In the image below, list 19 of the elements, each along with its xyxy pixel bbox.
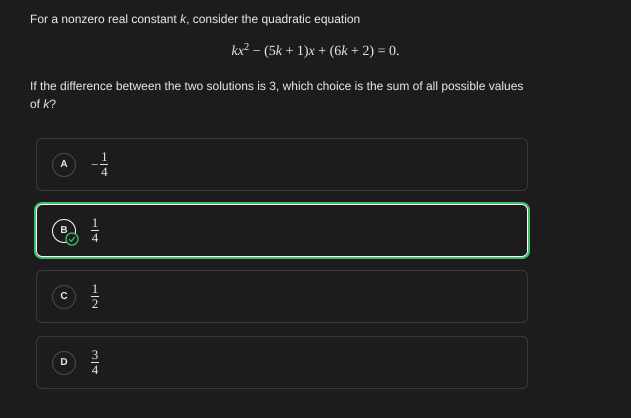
numerator: 3 bbox=[92, 348, 98, 362]
minus-sign: − bbox=[91, 156, 98, 174]
denominator: 2 bbox=[92, 297, 98, 311]
question-text: If the difference between the two solutions is 3, which choice is the sum of all possible values of k? bbox=[30, 78, 524, 113]
answer-choice[interactable]: D 3 4 bbox=[36, 336, 528, 389]
choice-letter: D bbox=[52, 350, 76, 374]
denominator: 4 bbox=[92, 231, 98, 245]
check-icon bbox=[65, 232, 79, 246]
numerator: 1 bbox=[101, 150, 108, 164]
choice-letter: C bbox=[52, 284, 76, 308]
numerator: 1 bbox=[92, 282, 98, 296]
denominator: 4 bbox=[101, 165, 108, 179]
numerator: 1 bbox=[92, 216, 98, 230]
denominator: 4 bbox=[92, 363, 98, 377]
answer-choice[interactable]: C 1 2 bbox=[36, 270, 528, 323]
equation: kx$^{2}$ − (5k + 1)x + (6k + 2) = 0. bbox=[232, 41, 400, 61]
intro-text: For a nonzero real constant k, consider the quadratic equation bbox=[30, 11, 362, 28]
answer-choice[interactable]: B 1 4 bbox=[36, 204, 528, 257]
choice-letter: A bbox=[52, 152, 76, 176]
